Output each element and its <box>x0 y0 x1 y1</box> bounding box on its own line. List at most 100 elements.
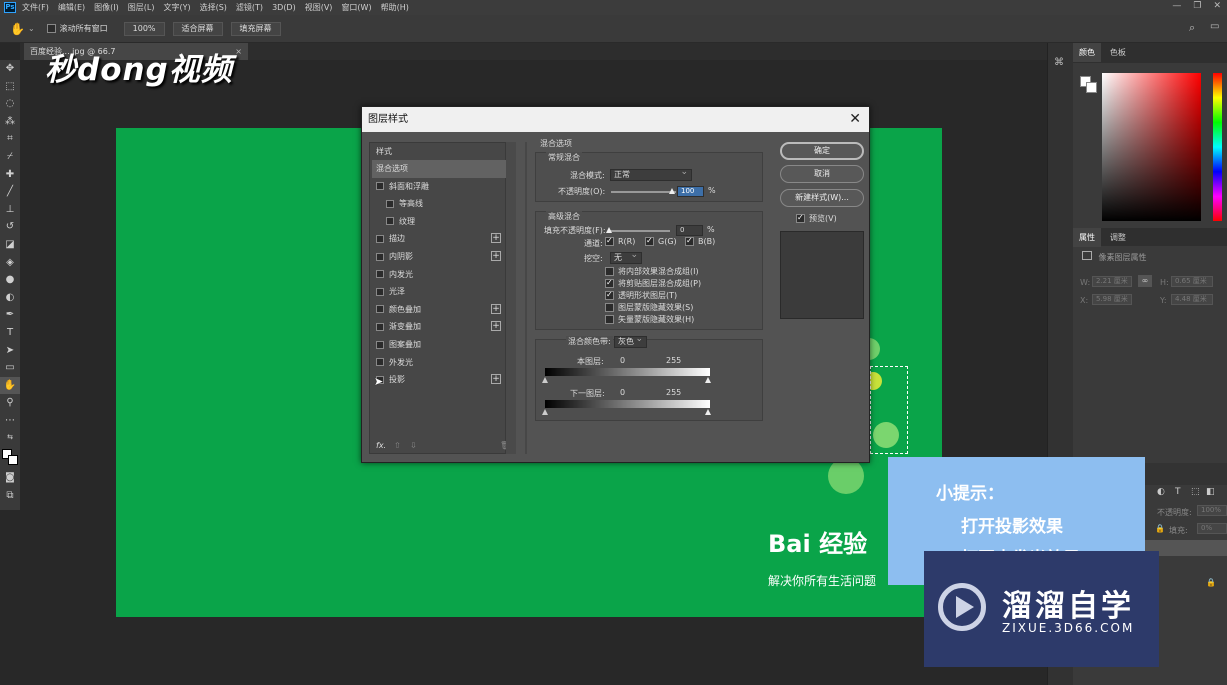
style-item[interactable]: 内发光 <box>372 266 507 284</box>
this-layer-gradient[interactable] <box>545 368 710 376</box>
advanced-option-checkbox[interactable]: 矢量蒙版隐藏效果(H) <box>605 314 694 325</box>
fill-opacity-slider-thumb[interactable] <box>606 227 612 233</box>
add-effect-icon[interactable]: + <box>491 321 501 332</box>
tab-swatches[interactable]: 色板 <box>1104 43 1132 62</box>
style-checkbox[interactable] <box>376 322 384 331</box>
screen-mode-icon[interactable]: ⧉ <box>0 487 20 505</box>
zoom-tool-icon[interactable]: ⚲ <box>0 394 20 412</box>
tab-properties[interactable]: 属性 <box>1073 228 1101 247</box>
fit-screen-button[interactable]: 适合屏幕 <box>172 21 223 36</box>
quick-mask-icon[interactable]: ◙ <box>0 469 20 487</box>
path-selection-tool-icon[interactable]: ➤ <box>0 342 20 360</box>
move-up-icon[interactable]: ⇧ <box>394 441 401 450</box>
layer-opacity-field[interactable]: 100% <box>1197 505 1227 516</box>
menu-filter[interactable]: 滤镜(T) <box>236 2 263 13</box>
filter-smart-icon[interactable]: ◧ <box>1206 487 1215 497</box>
style-item[interactable]: 颜色叠加 + <box>372 301 507 319</box>
rectangle-tool-icon[interactable]: ▭ <box>0 359 20 377</box>
more-tools-icon[interactable]: ⋯ <box>0 412 20 430</box>
y-field[interactable]: 4.48 厘米 <box>1171 294 1213 305</box>
channel-g[interactable]: G(G) <box>645 236 677 246</box>
scroll-all-checkbox[interactable] <box>46 24 56 33</box>
style-checkbox[interactable] <box>376 340 384 349</box>
underlying-white-thumb[interactable] <box>705 409 711 415</box>
photoshop-app-icon[interactable]: Ps <box>4 2 16 13</box>
style-item[interactable]: 渐变叠加 + <box>372 318 507 336</box>
history-panel-icon[interactable]: ⌘ <box>1054 57 1064 68</box>
styles-scrollbar[interactable] <box>506 142 516 454</box>
chevron-down-icon[interactable]: ⌄ <box>28 24 35 33</box>
this-layer-white-thumb[interactable] <box>705 377 711 383</box>
fill-screen-button[interactable]: 填充屏幕 <box>230 21 281 36</box>
clone-stamp-tool-icon[interactable]: ⊥ <box>0 201 20 219</box>
history-brush-tool-icon[interactable]: ↺ <box>0 218 20 236</box>
opacity-slider-track[interactable] <box>611 191 676 193</box>
advanced-option-checkbox[interactable]: 将剪贴图层混合成组(P) <box>605 278 701 289</box>
advanced-option-checkbox[interactable]: 图层蒙版隐藏效果(S) <box>605 302 693 313</box>
blend-mode-select[interactable]: 正常 <box>610 167 692 181</box>
blur-tool-icon[interactable]: ● <box>0 271 20 289</box>
ok-button[interactable]: 确定 <box>780 142 864 160</box>
this-layer-black-thumb[interactable] <box>542 377 548 383</box>
lock-icon[interactable]: 🔒 <box>1155 524 1165 533</box>
filter-adjust-icon[interactable]: ◐ <box>1157 487 1165 497</box>
menu-3d[interactable]: 3D(D) <box>272 3 296 12</box>
style-item[interactable]: 纹理 <box>372 213 507 231</box>
advanced-option-checkbox[interactable]: 透明形状图层(T) <box>605 290 677 301</box>
knockout-select[interactable]: 无 <box>610 250 642 264</box>
close-window-icon[interactable]: ✕ <box>1213 1 1221 11</box>
fill-opacity-field[interactable]: 0 <box>676 225 703 236</box>
move-down-icon[interactable]: ⇩ <box>410 441 417 450</box>
style-checkbox[interactable] <box>376 234 384 243</box>
close-tab-icon[interactable]: × <box>235 43 242 60</box>
fx-icon[interactable]: fx. <box>376 441 386 450</box>
hue-slider[interactable] <box>1213 73 1222 221</box>
style-checkbox[interactable] <box>386 217 394 226</box>
minimize-icon[interactable]: — <box>1172 1 1181 11</box>
workspace-icon[interactable]: ▭ <box>1210 21 1219 32</box>
paint-bucket-tool-icon[interactable]: ◈ <box>0 254 20 272</box>
opacity-slider-thumb[interactable] <box>669 188 675 194</box>
add-effect-icon[interactable]: + <box>491 374 501 385</box>
underlying-gradient[interactable] <box>545 400 710 408</box>
underlying-black-thumb[interactable] <box>542 409 548 415</box>
new-style-button[interactable]: 新建样式(W)... <box>780 189 864 207</box>
menu-layer[interactable]: 图层(L) <box>128 2 155 13</box>
dodge-tool-icon[interactable]: ◐ <box>0 289 20 307</box>
menu-edit[interactable]: 编辑(E) <box>58 2 85 13</box>
menu-select[interactable]: 选择(S) <box>200 2 227 13</box>
channel-r[interactable]: R(R) <box>605 236 635 246</box>
filter-type-icon[interactable]: T <box>1175 487 1181 497</box>
style-item[interactable]: 描边 + <box>372 230 507 248</box>
channel-b[interactable]: B(B) <box>685 236 715 246</box>
fg-bg-color-icon[interactable] <box>1080 76 1098 94</box>
restore-icon[interactable]: ❐ <box>1193 1 1201 11</box>
color-picker-field[interactable] <box>1102 73 1201 221</box>
color-swatches[interactable] <box>0 447 20 469</box>
menu-type[interactable]: 文字(Y) <box>163 2 190 13</box>
preview-checkbox[interactable]: 预览(V) <box>796 213 837 224</box>
swap-colors-icon[interactable]: ⇆ <box>0 429 20 447</box>
menu-help[interactable]: 帮助(H) <box>381 2 409 13</box>
menu-window[interactable]: 窗口(W) <box>341 2 371 13</box>
style-item[interactable]: 斜面和浮雕 <box>372 178 507 196</box>
style-checkbox[interactable] <box>376 182 384 191</box>
eraser-tool-icon[interactable]: ◪ <box>0 236 20 254</box>
add-effect-icon[interactable]: + <box>491 233 501 244</box>
hand-tool-icon[interactable]: ✋ <box>0 376 20 395</box>
style-checkbox[interactable] <box>376 270 384 279</box>
blend-if-select[interactable]: 灰色 <box>614 334 647 348</box>
fill-field[interactable]: 0% <box>1197 523 1227 534</box>
marquee-tool-icon[interactable]: ⬚ <box>0 78 20 96</box>
width-field[interactable]: 2.21 厘米 <box>1092 276 1132 287</box>
style-item[interactable]: 光泽 <box>372 283 507 301</box>
tab-color[interactable]: 颜色 <box>1073 43 1101 62</box>
fill-opacity-slider-track[interactable] <box>608 230 670 232</box>
brush-tool-icon[interactable]: ╱ <box>0 183 20 201</box>
menu-file[interactable]: 文件(F) <box>22 2 49 13</box>
style-item[interactable]: 图案叠加 <box>372 336 507 354</box>
healing-brush-tool-icon[interactable]: ✚ <box>0 166 20 184</box>
hand-tool-icon[interactable]: ✋ <box>10 22 25 36</box>
height-field[interactable]: 0.65 厘米 <box>1171 276 1213 287</box>
style-checkbox[interactable] <box>376 305 384 314</box>
